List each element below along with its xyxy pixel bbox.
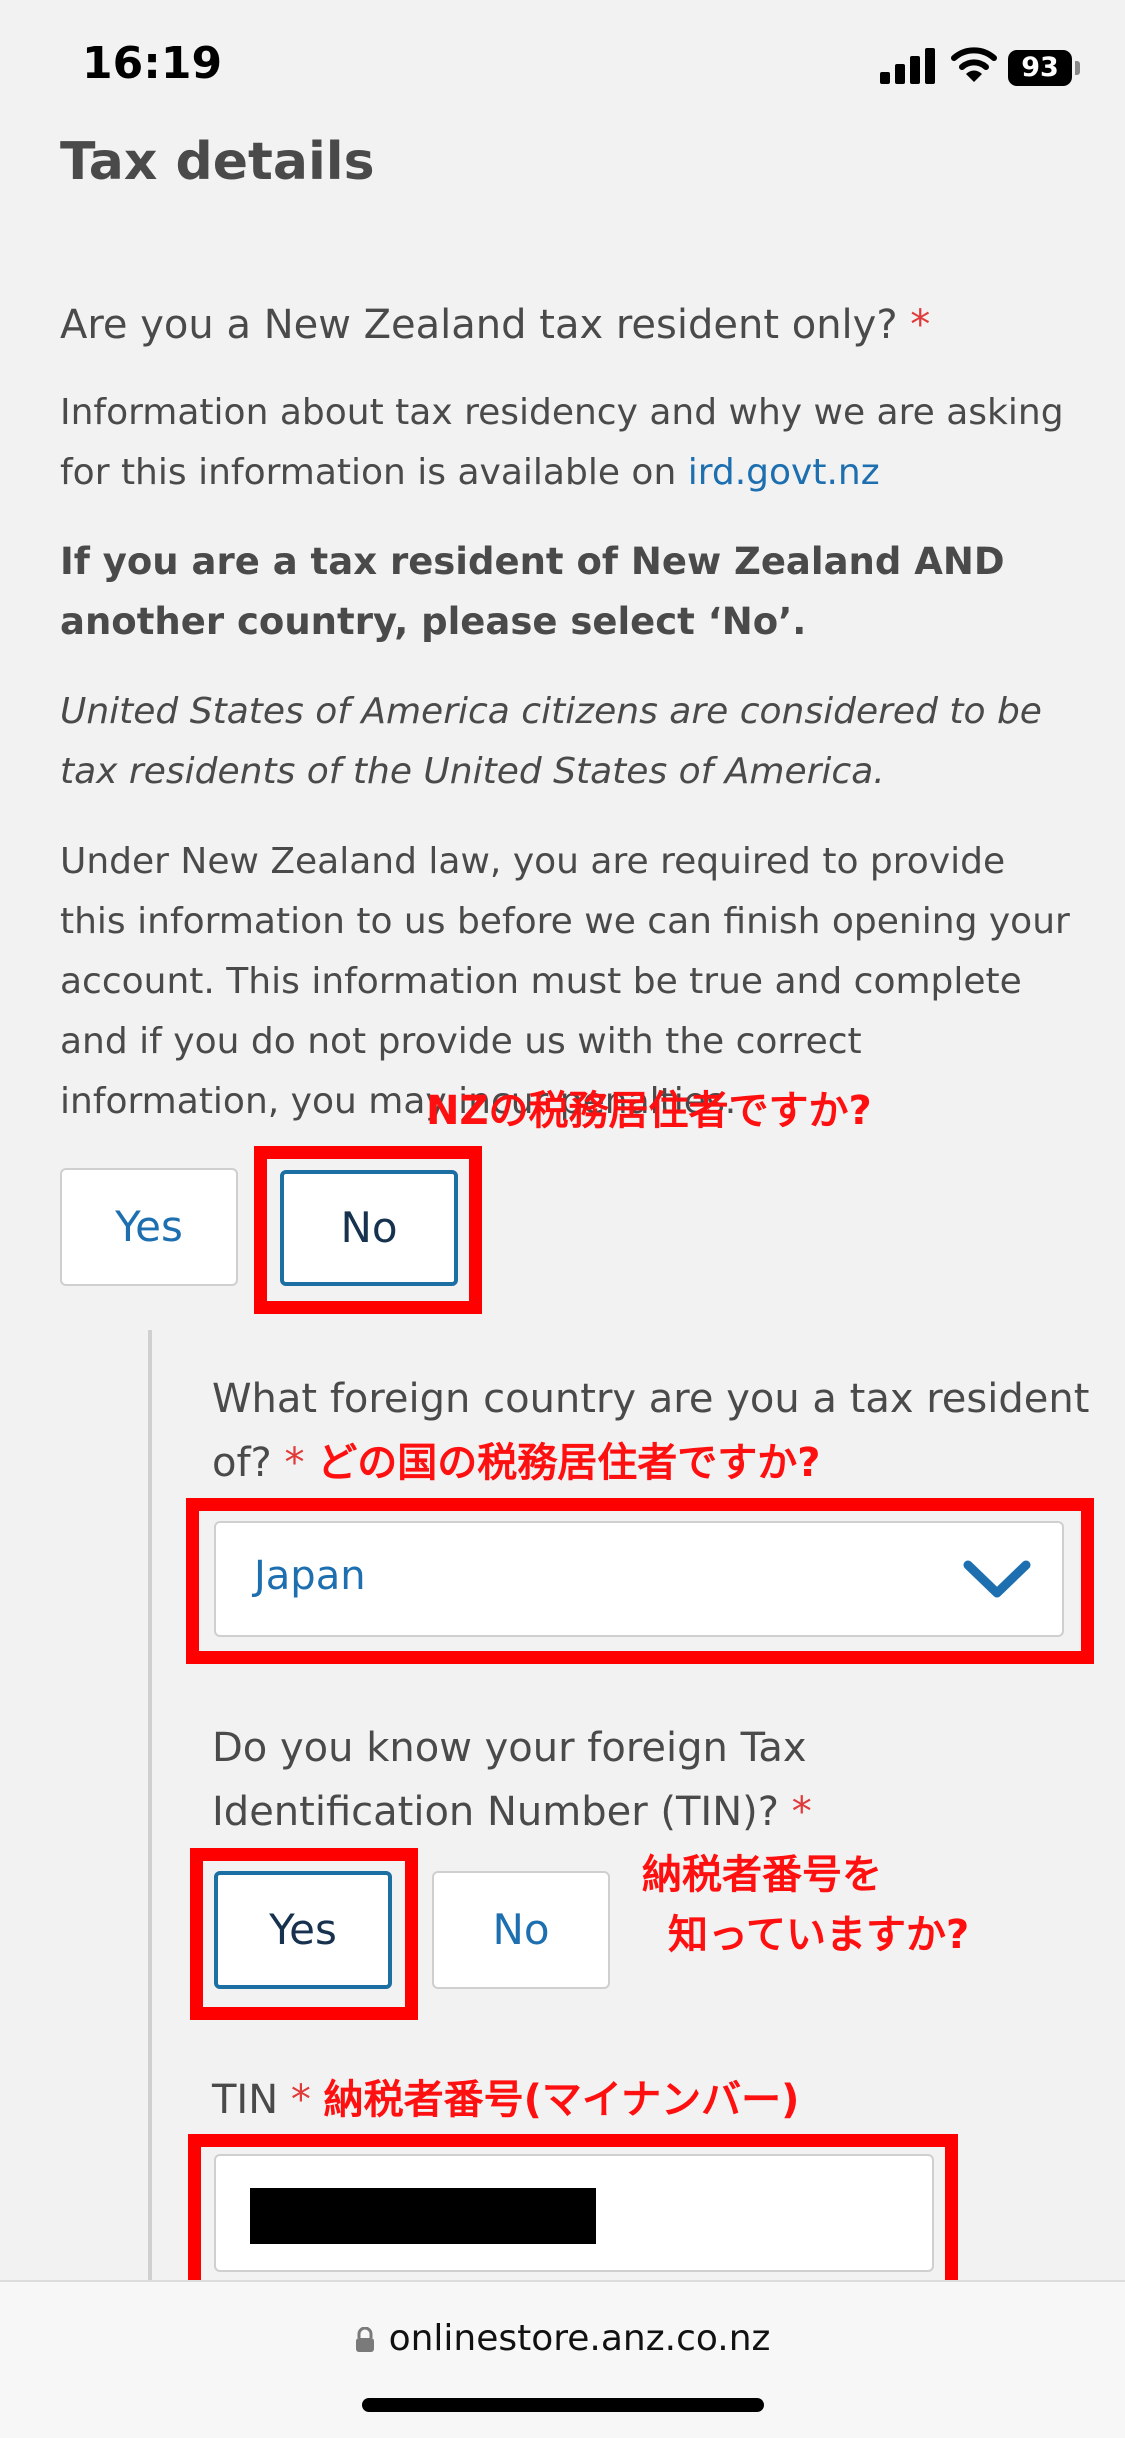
know-tin-no-button[interactable]: No — [432, 1871, 610, 1989]
annotation-tin: 納税者番号(マイナンバー) — [323, 2077, 800, 2123]
selected-country: Japan — [254, 1553, 366, 1599]
ird-link[interactable]: ird.govt.nz — [688, 452, 880, 493]
question-know-tin: Do you know your foreign Tax Identificat… — [212, 1716, 1072, 1844]
nz-resident-yes-button[interactable]: Yes — [60, 1168, 238, 1286]
know-tin-yes-button[interactable]: Yes — [214, 1871, 392, 1989]
home-indicator[interactable] — [362, 2398, 764, 2412]
required-marker: * — [791, 1789, 812, 1835]
required-marker: * — [290, 2077, 311, 2123]
branch-indent-line — [148, 1330, 152, 2280]
battery-indicator: 93 — [1008, 50, 1072, 86]
browser-address-bar — [0, 2280, 1125, 2438]
foreign-country-select[interactable]: Japan — [214, 1521, 1064, 1637]
nz-resident-no-button[interactable]: No — [280, 1170, 458, 1286]
redacted-tin-value — [250, 2188, 596, 2244]
annotation-which-country: どの国の税務居住者ですか? — [317, 1440, 821, 1486]
tin-input[interactable] — [214, 2154, 934, 2272]
tin-label-text: TIN — [212, 2077, 279, 2123]
annotation-know-tin-line2: 知っていますか? — [668, 1912, 970, 1958]
dual-residency-note: If you are a tax resident of New Zealand… — [60, 540, 1005, 643]
lock-icon — [355, 2327, 374, 2352]
page-title: Tax details — [60, 132, 375, 192]
annotation-know-tin-line1: 納税者番号を — [642, 1852, 882, 1898]
required-marker: * — [910, 302, 931, 348]
usa-citizens-note: United States of America citizens are co… — [60, 691, 1042, 792]
status-time: 16:19 — [82, 38, 223, 89]
question-nz-tax-resident: Are you a New Zealand tax resident only?… — [60, 302, 930, 348]
wifi-icon — [951, 47, 997, 82]
cellular-signal-icon — [880, 48, 935, 84]
question-foreign-country: What foreign country are you a tax resid… — [212, 1367, 1092, 1495]
question-text: Do you know your foreign Tax Identificat… — [212, 1725, 807, 1835]
url-display[interactable]: onlinestore.anz.co.nz — [0, 2318, 1125, 2359]
info-text: Information about tax residency and why … — [60, 392, 1064, 493]
battery-cap-icon — [1075, 61, 1080, 75]
annotation-nz-resident: NZの税務居住者ですか? — [426, 1088, 872, 1134]
required-marker: * — [284, 1440, 305, 1486]
url-text: onlinestore.anz.co.nz — [388, 2318, 771, 2359]
chevron-down-icon — [963, 1560, 1031, 1598]
tin-label: TIN * 納税者番号(マイナンバー) — [212, 2068, 799, 2132]
tax-residency-info: Information about tax residency and why … — [60, 383, 1080, 503]
question-text: Are you a New Zealand tax resident only? — [60, 302, 898, 348]
